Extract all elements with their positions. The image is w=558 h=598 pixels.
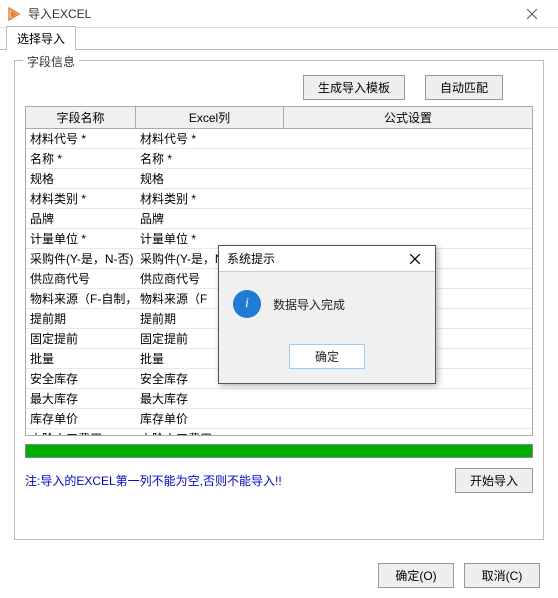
dialog-message: 数据导入完成 (273, 296, 345, 313)
cell-formula (284, 418, 532, 420)
import-progress-bar (25, 444, 533, 458)
app-logo-icon (6, 6, 22, 22)
cell-field-name: 物料来源（F-自制，J (26, 289, 136, 308)
cell-field-name: 规格 (26, 169, 136, 188)
cell-field-name: 供应商代号 (26, 269, 136, 288)
table-row[interactable]: 名称 *名称 * (26, 149, 532, 169)
cell-field-name: 库存单价 (26, 409, 136, 428)
cell-formula (284, 238, 532, 240)
cell-field-name: 批量 (26, 349, 136, 368)
dialog-title: 系统提示 (227, 250, 403, 267)
table-row[interactable]: 材料代号 *材料代号 * (26, 129, 532, 149)
col-header-field-name[interactable]: 字段名称 (26, 107, 136, 128)
ok-button[interactable]: 确定(O) (378, 563, 454, 588)
close-icon (410, 254, 420, 264)
tab-select-import[interactable]: 选择导入 (6, 26, 76, 50)
table-row[interactable]: 库存单价库存单价 (26, 409, 532, 429)
import-note: 注:导入的EXCEL第一列不能为空,否则不能导入!! (25, 472, 282, 489)
cell-formula (284, 398, 532, 400)
cell-field-name: 最大库存 (26, 389, 136, 408)
cell-formula (284, 138, 532, 140)
dialog-close-button[interactable] (403, 249, 427, 269)
auto-match-button[interactable]: 自动匹配 (425, 75, 503, 100)
cell-field-name: 提前期 (26, 309, 136, 328)
cell-excel-col: 名称 * (136, 149, 284, 168)
cell-field-name: 本阶人工费用 (26, 429, 136, 436)
cell-field-name: 名称 * (26, 149, 136, 168)
table-row[interactable]: 最大库存最大库存 (26, 389, 532, 409)
col-header-excel-col[interactable]: Excel列 (136, 107, 284, 128)
generate-template-button[interactable]: 生成导入模板 (303, 75, 405, 100)
cell-excel-col: 材料代号 * (136, 129, 284, 148)
cell-excel-col: 品牌 (136, 209, 284, 228)
cell-excel-col: 本阶人工费用 (136, 429, 284, 436)
cell-field-name: 计量单位 * (26, 229, 136, 248)
info-icon: i (233, 290, 261, 318)
window-title: 导入EXCEL (28, 5, 512, 22)
cell-field-name: 材料类别 * (26, 189, 136, 208)
start-import-button[interactable]: 开始导入 (455, 468, 533, 493)
dialog-ok-button[interactable]: 确定 (289, 344, 365, 369)
cell-excel-col: 库存单价 (136, 409, 284, 428)
cell-field-name: 品牌 (26, 209, 136, 228)
system-prompt-dialog: 系统提示 i 数据导入完成 确定 (218, 245, 436, 384)
table-row[interactable]: 规格规格 (26, 169, 532, 189)
cell-excel-col: 规格 (136, 169, 284, 188)
groupbox-label: 字段信息 (23, 53, 79, 70)
close-icon (527, 9, 537, 19)
window-close-button[interactable] (512, 0, 552, 28)
cell-formula (284, 218, 532, 220)
cell-field-name: 采购件(Y-是，N-否) (26, 249, 136, 268)
table-row[interactable]: 本阶人工费用本阶人工费用 (26, 429, 532, 436)
cancel-button[interactable]: 取消(C) (464, 563, 540, 588)
cell-excel-col: 材料类别 * (136, 189, 284, 208)
table-row[interactable]: 材料类别 *材料类别 * (26, 189, 532, 209)
cell-formula (284, 198, 532, 200)
tab-row: 选择导入 (0, 28, 558, 50)
col-header-formula[interactable]: 公式设置 (284, 107, 532, 128)
cell-formula (284, 178, 532, 180)
cell-field-name: 安全库存 (26, 369, 136, 388)
cell-formula (284, 158, 532, 160)
cell-field-name: 材料代号 * (26, 129, 136, 148)
cell-field-name: 固定提前 (26, 329, 136, 348)
table-row[interactable]: 品牌品牌 (26, 209, 532, 229)
cell-excel-col: 最大库存 (136, 389, 284, 408)
titlebar: 导入EXCEL (0, 0, 558, 28)
